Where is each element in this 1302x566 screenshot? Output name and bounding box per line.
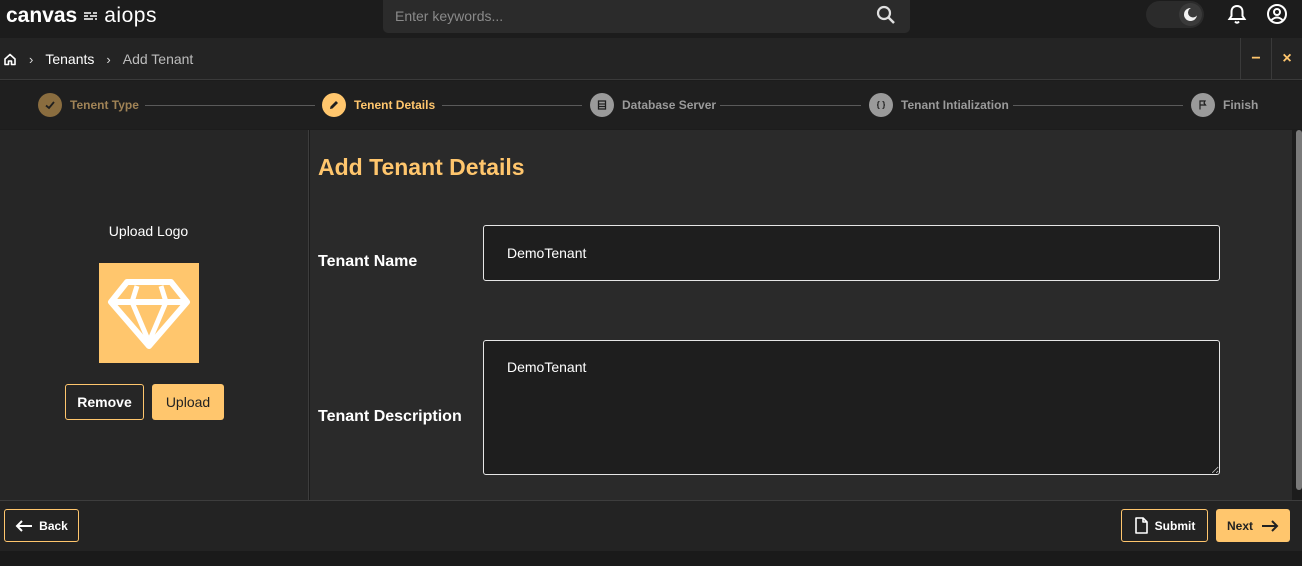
- close-button[interactable]: ×: [1271, 38, 1302, 79]
- step-connector: [1013, 105, 1183, 106]
- tenant-description-textarea[interactable]: DemoTenant: [483, 340, 1220, 475]
- step-finish[interactable]: Finish: [1191, 93, 1258, 117]
- step-tenent-type[interactable]: Tenent Type: [38, 93, 139, 117]
- scrollbar[interactable]: [1296, 130, 1302, 490]
- breadcrumb-item-tenants[interactable]: Tenants: [45, 51, 94, 67]
- step-label: Tenent Details: [354, 98, 436, 112]
- remove-logo-button[interactable]: Remove: [65, 384, 144, 420]
- chevron-right-icon: ›: [106, 51, 111, 67]
- arrow-left-icon: [15, 519, 33, 532]
- server-icon: [590, 93, 614, 117]
- search-bar: [383, 0, 910, 33]
- step-connector: [145, 105, 315, 106]
- arrow-right-icon: [1262, 519, 1279, 532]
- bell-icon[interactable]: [1226, 3, 1248, 25]
- tenant-description-label: Tenant Description: [318, 408, 462, 425]
- breadcrumb-item-current: Add Tenant: [122, 51, 194, 67]
- logo-text-light: aiops: [104, 4, 157, 27]
- logo-upload-panel: Upload Logo Remove Upload: [0, 130, 309, 500]
- step-database-server[interactable]: Database Server: [590, 93, 716, 117]
- upload-logo-label: Upload Logo: [108, 223, 189, 239]
- tenant-name-input[interactable]: [483, 225, 1220, 281]
- search-icon[interactable]: [876, 5, 896, 25]
- step-label: Database Server: [622, 98, 717, 112]
- home-icon[interactable]: [3, 52, 17, 66]
- breadcrumb-bar: › Tenants › Add Tenant: [0, 38, 1302, 80]
- pencil-icon: [322, 93, 346, 117]
- step-label: Tenent Type: [70, 98, 139, 112]
- step-connector: [442, 105, 582, 106]
- bottom-strip: [0, 551, 1302, 566]
- step-tenant-intialization[interactable]: Tenant Intialization: [869, 93, 1009, 117]
- next-label: Next: [1226, 518, 1253, 533]
- submit-button[interactable]: Submit: [1121, 509, 1208, 542]
- logo-preview: [99, 263, 199, 363]
- check-icon: [38, 93, 62, 117]
- page-title: Add Tenant Details: [318, 154, 525, 180]
- breadcrumb: › Tenants › Add Tenant: [3, 51, 193, 67]
- logo-mark-icon: [84, 12, 98, 20]
- step-label: Finish: [1223, 98, 1259, 112]
- file-icon: [1134, 517, 1148, 534]
- tenant-details-form: Add Tenant Details Tenant Name Tenant De…: [310, 130, 1292, 500]
- wizard-footer: Back Submit Next: [0, 500, 1302, 551]
- flag-icon: [1191, 93, 1215, 117]
- submit-label: Submit: [1154, 518, 1196, 533]
- theme-toggle[interactable]: [1146, 1, 1204, 28]
- chevron-right-icon: ›: [29, 51, 34, 67]
- tenant-name-label: Tenant Name: [318, 253, 418, 270]
- logo-text-bold: canvas: [6, 4, 78, 27]
- upload-logo-button[interactable]: Upload: [152, 384, 224, 420]
- diamond-icon: [108, 279, 190, 349]
- back-label: Back: [39, 518, 68, 533]
- step-connector: [720, 105, 861, 106]
- app-logo[interactable]: canvas aiops: [6, 4, 157, 28]
- wizard-stepper: Tenent Type Tenent Details Database Serv…: [0, 81, 1302, 129]
- step-tenent-details[interactable]: Tenent Details: [322, 93, 435, 117]
- minimize-button[interactable]: −: [1240, 38, 1271, 79]
- step-label: Tenant Intialization: [901, 98, 1009, 112]
- next-button[interactable]: Next: [1216, 509, 1290, 542]
- moon-icon: [1184, 7, 1198, 21]
- search-input[interactable]: [395, 6, 855, 26]
- back-button[interactable]: Back: [4, 509, 79, 542]
- code-braces-icon: [869, 93, 893, 117]
- user-circle-icon[interactable]: [1266, 3, 1288, 25]
- top-bar: canvas aiops: [0, 0, 1302, 38]
